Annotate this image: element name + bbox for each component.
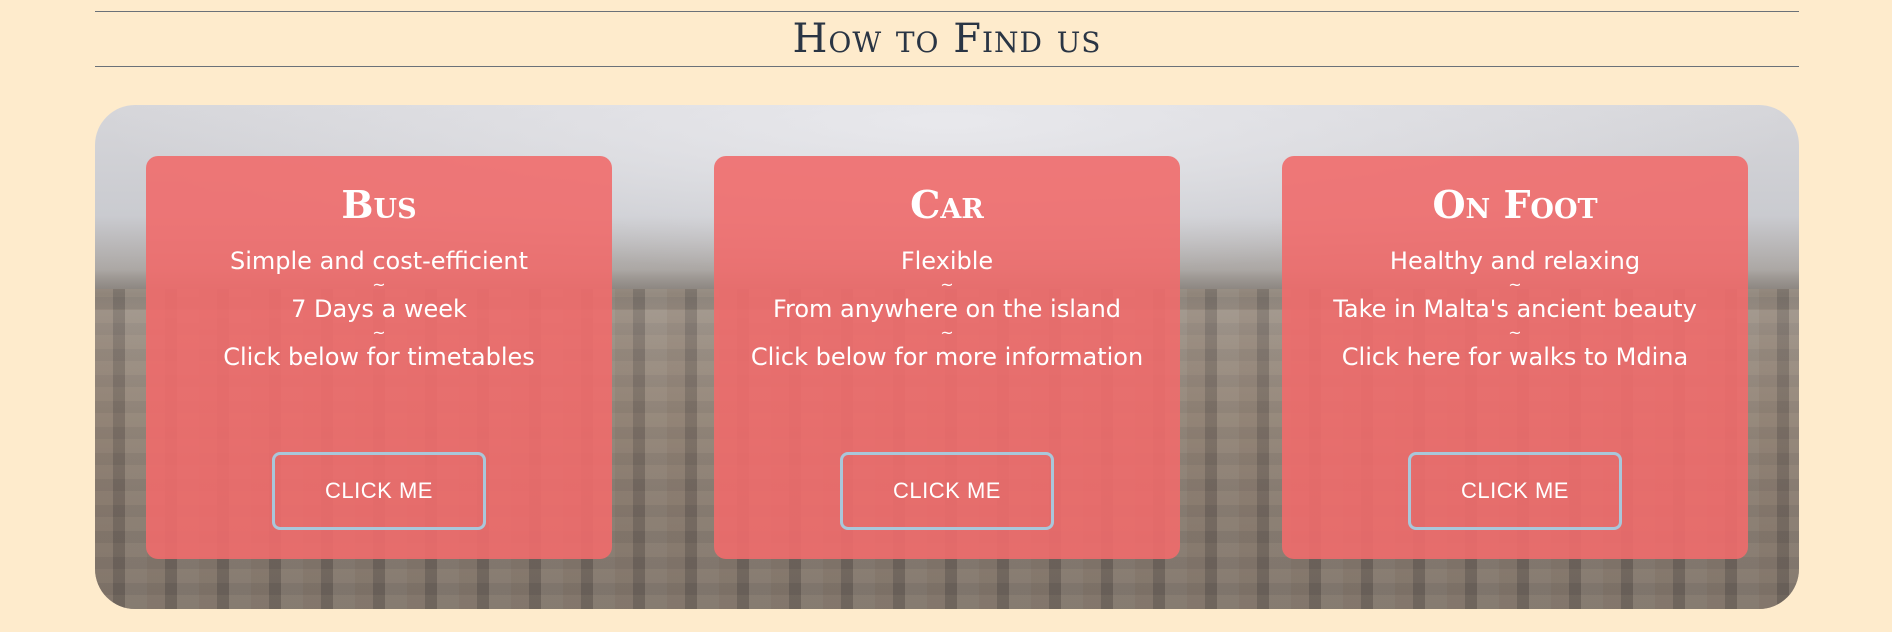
card-line: Click below for more information: [750, 343, 1144, 371]
page: How to Find us Bus Simple and cost-effic…: [0, 0, 1892, 632]
card-title: Bus: [341, 182, 417, 227]
card-line: Click here for walks to Mdina: [1341, 343, 1689, 371]
card-line: Click below for timetables: [223, 343, 535, 371]
car-click-me-button[interactable]: CLICK ME: [840, 452, 1054, 530]
section-heading-band: How to Find us: [95, 11, 1799, 67]
card-description: Simple and cost-efficient ~ 7 Days a wee…: [146, 246, 612, 372]
card-on-foot: On Foot Healthy and relaxing ~ Take in M…: [1282, 156, 1748, 559]
card-car: Car Flexible ~ From anywhere on the isla…: [714, 156, 1180, 559]
card-bus: Bus Simple and cost-efficient ~ 7 Days a…: [146, 156, 612, 559]
card-title: On Foot: [1432, 182, 1598, 227]
card-description: Flexible ~ From anywhere on the island ~…: [714, 246, 1180, 372]
on-foot-click-me-button[interactable]: CLICK ME: [1408, 452, 1622, 530]
background-photo-panel: Bus Simple and cost-efficient ~ 7 Days a…: [95, 105, 1799, 609]
section-title: How to Find us: [792, 16, 1102, 62]
bus-click-me-button[interactable]: CLICK ME: [272, 452, 486, 530]
card-description: Healthy and relaxing ~ Take in Malta's a…: [1282, 246, 1748, 372]
card-title: Car: [910, 182, 984, 227]
